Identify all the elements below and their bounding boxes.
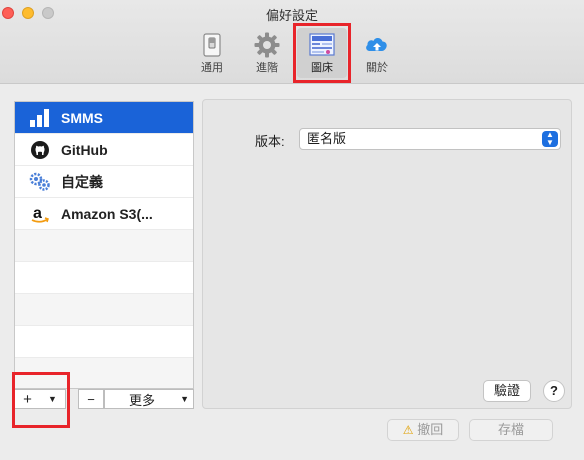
amazon-icon: a [31, 205, 49, 223]
list-item-smms[interactable]: SMMS [15, 102, 193, 134]
toolbar-tab-label: 關於 [366, 62, 388, 74]
spacer [66, 389, 78, 409]
chevron-down-icon: ▼ [180, 394, 189, 404]
gear-icon [254, 32, 280, 58]
chevron-down-icon: ▼ [48, 394, 57, 404]
list-item-label: SMMS [61, 109, 103, 126]
version-select[interactable]: 匿名版 ▲ ▼ [299, 128, 561, 150]
save-button[interactable]: 存檔 [469, 419, 553, 441]
bar-chart-icon [30, 108, 49, 127]
window-title: 偏好設定 [265, 8, 318, 23]
list-item-label: 自定義 [61, 173, 103, 190]
list-item-empty [15, 294, 193, 326]
toolbar-tab-label: 圖床 [311, 62, 333, 74]
version-label: 版本: [255, 134, 285, 149]
list-item-custom[interactable]: 自定義 [15, 166, 193, 198]
cloud-upload-icon [366, 38, 387, 51]
remove-button[interactable]: − [78, 389, 104, 409]
verify-button[interactable]: 驗證 [483, 380, 531, 402]
toolbar-tab-label: 通用 [201, 62, 223, 74]
settings-panel: 版本: 匿名版 ▲ ▼ 驗證 ? [202, 99, 572, 409]
gears-icon [29, 172, 50, 191]
toolbar-tab-label: 進階 [256, 62, 278, 74]
image-host-list: SMMS GitHub 自定義 a Amazon S3(... [14, 101, 194, 389]
add-button-label: + [23, 390, 32, 408]
image-host-icon [309, 33, 335, 56]
revert-button-label: 撤回 [417, 422, 444, 437]
list-item-empty [15, 326, 193, 358]
verify-button-label: 驗證 [493, 383, 520, 398]
more-menu-button[interactable]: 更多 ▼ [104, 389, 194, 409]
list-item-amazon-s3[interactable]: a Amazon S3(... [15, 198, 193, 230]
list-item-empty [15, 358, 193, 388]
remove-button-label: − [87, 391, 95, 407]
list-item-empty [15, 262, 193, 294]
list-controls: + ▼ − 更多 ▼ [14, 389, 194, 409]
toolbar-tab-about[interactable]: 關於 [352, 28, 402, 78]
help-button-label: ? [550, 383, 558, 398]
help-button[interactable]: ? [543, 380, 565, 402]
switch-icon [203, 33, 221, 57]
toolbar-tab-general[interactable]: 通用 [187, 28, 237, 78]
more-menu-label: 更多 [129, 392, 156, 408]
select-stepper-icon: ▲ ▼ [542, 131, 558, 147]
list-item-github[interactable]: GitHub [15, 134, 193, 166]
github-icon [31, 140, 49, 159]
version-select-value: 匿名版 [307, 131, 347, 146]
toolbar-tab-advanced[interactable]: 進階 [242, 28, 292, 78]
list-item-label: Amazon S3(... [61, 205, 153, 222]
window-titlebar: 偏好設定 通用 進階 圖床 關於 [0, 0, 584, 84]
list-item-label: GitHub [61, 141, 108, 158]
svg-text:a: a [33, 205, 42, 222]
add-button[interactable]: + ▼ [14, 389, 66, 409]
revert-button[interactable]: ⚠ 撤回 [387, 419, 459, 441]
list-item-empty [15, 230, 193, 262]
warning-icon: ⚠ [402, 423, 414, 437]
toolbar-tab-image-host[interactable]: 圖床 [297, 28, 347, 78]
save-button-label: 存檔 [497, 422, 524, 437]
